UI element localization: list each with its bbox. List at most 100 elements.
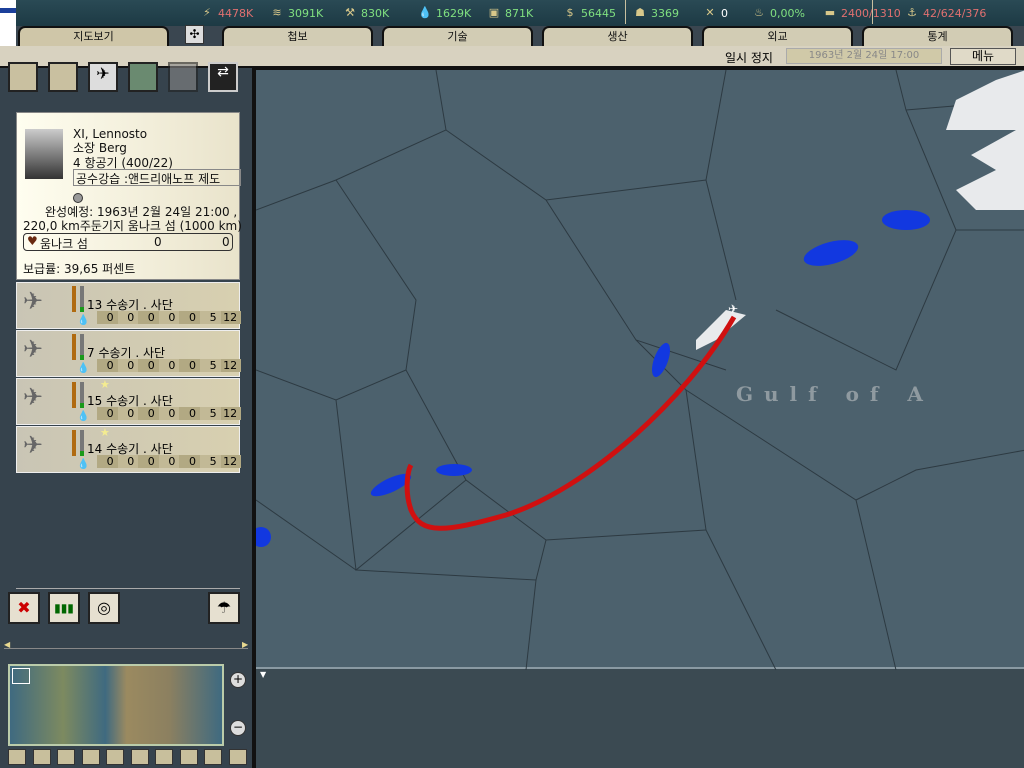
unit-stat: 0 (117, 407, 139, 420)
fuel-icon: 💧 (77, 411, 90, 422)
scrollbar[interactable] (4, 648, 248, 649)
unit-stat: 0 (138, 359, 159, 372)
combat-filter[interactable] (168, 62, 198, 92)
resource-value: 0,00% (770, 6, 805, 20)
strength-bar (72, 334, 76, 360)
tab-stats[interactable]: 통계 (862, 26, 1013, 46)
unit-stat: 0 (158, 359, 180, 372)
manpower-icon: ☗ (635, 6, 645, 19)
unit-stat: 12 (220, 311, 242, 324)
map-filter-flag[interactable] (8, 749, 26, 765)
air-units-filter[interactable]: ✈ (88, 62, 118, 92)
tab-tech[interactable]: 기술 (382, 26, 533, 46)
armor-units-filter[interactable] (48, 62, 78, 92)
resource-escort[interactable]: ⚓ 42/624/376 (905, 6, 986, 20)
target-button[interactable]: ◎ (88, 592, 120, 624)
paradrop-button[interactable]: ☂ (208, 592, 240, 624)
nation-flag[interactable] (0, 0, 16, 48)
resource-rare-materials[interactable]: ⚒ 830K (343, 6, 389, 20)
zoom-out-button[interactable]: − (230, 720, 246, 736)
resource-value: 4478K (218, 6, 254, 20)
resource-dissent[interactable]: ♨ 0,00% (752, 6, 805, 20)
map-filter-air[interactable] (57, 749, 75, 765)
collapse-arrow[interactable]: ▼ (260, 670, 266, 679)
unit-stat: 5 (199, 455, 221, 468)
transport-plane-icon: ✈ (23, 287, 44, 315)
unit-stat: 0 (138, 311, 159, 324)
map-filter-tech[interactable] (130, 749, 149, 765)
tab-diplomacy[interactable]: 외교 (702, 26, 853, 46)
expand-button[interactable]: ✣ (185, 25, 204, 44)
strength-bar (72, 382, 76, 408)
unit-list-item[interactable]: ✈ 7 수송기 . 사단 💧 0 0 0 0 0 5 12 (16, 330, 242, 377)
fuel-icon: 💧 (77, 363, 90, 374)
transport-icon: ▬ (824, 6, 836, 19)
game-map[interactable]: G u l f o f A ✈ ▼ (254, 68, 1024, 768)
commander-name[interactable]: 소장 Berg (73, 142, 127, 154)
unit-list-item[interactable]: ✈ ★ 14 수송기 . 사단 💧 0 0 0 0 0 5 12 (16, 426, 242, 473)
resource-nuclear[interactable]: ✕ 0 (703, 6, 728, 20)
split-unit-button[interactable]: ▮▮▮ (48, 592, 80, 624)
unit-stat: 0 (97, 455, 118, 468)
map-filter-diplomacy[interactable] (32, 749, 51, 765)
commander-portrait (25, 129, 63, 179)
supply-rate: 보급률: 39,65 퍼센트 (23, 262, 136, 276)
resource-money[interactable]: $56445 (563, 6, 617, 20)
resource-value: 2400/1310 (841, 6, 901, 20)
resource-transport[interactable]: ▬ 2400/1310 (823, 6, 901, 20)
disband-button[interactable]: ✖ (8, 592, 40, 624)
strength-bar (72, 430, 76, 456)
unit-stat: 5 (199, 311, 221, 324)
tab-map[interactable]: 지도보기 (18, 26, 169, 46)
resource-value: 42/624/376 (923, 6, 987, 20)
plane-icon: ✈ (96, 64, 110, 83)
unit-info-card: XI, Lennosto 소장 Berg 4 항공기 (400/22) 공수강습… (16, 112, 242, 280)
base-location-row[interactable]: ♥ 움나크 섬 0 0 (23, 233, 233, 251)
organization-bar (80, 334, 84, 360)
map-filter-money[interactable] (81, 749, 100, 765)
divider (625, 0, 626, 24)
airbase-icon[interactable]: ✈ (728, 302, 742, 316)
unit-stat: 0 (138, 407, 159, 420)
status-icon (73, 193, 83, 203)
tab-production[interactable]: 생산 (542, 26, 693, 46)
menu-button[interactable]: 메뉴 (950, 48, 1016, 65)
land-units-filter[interactable] (8, 62, 38, 92)
unit-list-item[interactable]: ✈ 13 수송기 . 사단 💧 0 0 0 0 0 5 12 (16, 282, 242, 329)
unit-stat: 0 (97, 311, 118, 324)
map-filter-intel[interactable] (155, 749, 173, 765)
resource-manpower[interactable]: ☗ 3369 (633, 6, 679, 20)
unit-stat: 12 (220, 455, 242, 468)
swap-view-button[interactable]: ⇄ (208, 62, 238, 92)
unit-list-item[interactable]: ✈ ★ 15 수송기 . 사단 💧 0 0 0 0 0 5 12 (16, 378, 242, 425)
distance: 220,0 km (23, 219, 80, 233)
transport-plane-icon: ✈ (23, 383, 44, 411)
unit-stat: 0 (117, 359, 139, 372)
oil-icon: 💧 (418, 6, 432, 19)
resource-metal[interactable]: ≋ 3091K (270, 6, 323, 20)
map-filter-stats[interactable] (228, 749, 247, 765)
organization-bar (80, 382, 84, 408)
organization-bar (80, 430, 84, 456)
naval-units-filter[interactable] (128, 62, 158, 92)
map-filter-production[interactable] (179, 749, 198, 765)
star-icon: ★ (100, 426, 110, 439)
base-value-1: 0 (154, 235, 162, 249)
resource-energy[interactable]: ⚡ 4478K (200, 6, 253, 20)
game-date: 1963년 2월 24일 17:00 (786, 48, 942, 64)
tab-intel[interactable]: 첩보 (222, 26, 373, 46)
map-filter-theater[interactable] (204, 749, 222, 765)
resource-oil[interactable]: 💧 1629K (418, 6, 471, 20)
unit-stat: 0 (158, 407, 180, 420)
minimap[interactable] (8, 664, 224, 746)
minimap-viewport[interactable] (12, 668, 30, 684)
resource-supplies[interactable]: ▣ 871K (487, 6, 533, 20)
fuel-icon: 💧 (77, 459, 90, 470)
star-icon: ★ (100, 378, 110, 391)
map-filter-supply[interactable] (106, 749, 124, 765)
base-icon: ♥ (27, 234, 38, 248)
zoom-in-button[interactable]: + (230, 672, 246, 688)
resource-value: 871K (505, 6, 534, 20)
map-label: G u l f o f A (736, 382, 925, 406)
dissent-icon: ♨ (754, 6, 764, 19)
